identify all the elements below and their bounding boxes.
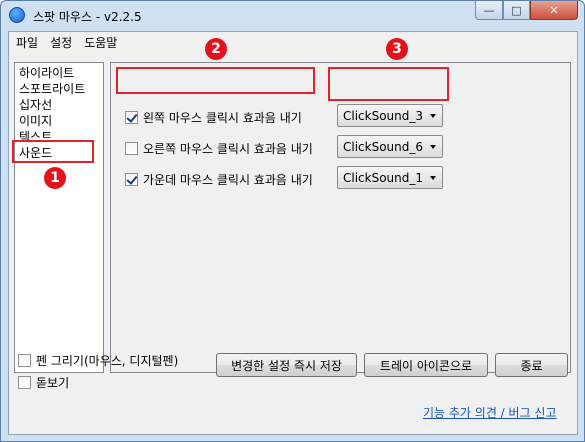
magnifier-label: 돋보기 <box>36 376 70 390</box>
chevron-down-icon <box>430 145 436 149</box>
chevron-down-icon <box>430 176 436 180</box>
left-click-sound-row[interactable]: 왼쪽 마우스 클릭시 효과음 내기 <box>125 109 302 126</box>
sidebar-item-highlight[interactable]: 하이라이트 <box>19 65 74 81</box>
menu-settings[interactable]: 설정 <box>44 34 78 51</box>
pen-draw-label: 펜 그리기(마우스, 디지털펜) <box>36 354 179 368</box>
title-bar[interactable]: 스팟 마우스 - v2.2.5 — □ ✕ <box>1 1 584 31</box>
menu-bar: 파일 설정 도움말 <box>9 32 577 52</box>
sidebar-item-crosshair[interactable]: 십자선 <box>19 97 52 113</box>
annotation-badge-3: 3 <box>386 38 408 60</box>
annotation-badge-2: 2 <box>205 38 227 60</box>
apply-settings-button[interactable]: 변경한 설정 즉시 저장 <box>216 353 357 377</box>
menu-file[interactable]: 파일 <box>9 34 44 51</box>
middle-click-sound-row[interactable]: 가운데 마우스 클릭시 효과음 내기 <box>125 171 313 188</box>
exit-button[interactable]: 종료 <box>495 353 568 377</box>
menu-help[interactable]: 도움말 <box>78 34 123 51</box>
annotation-badge-1: 1 <box>44 167 66 189</box>
middle-click-sound-checkbox[interactable] <box>125 173 138 186</box>
left-click-sound-select[interactable]: ClickSound_3 <box>337 104 443 127</box>
close-button[interactable]: ✕ <box>530 1 578 20</box>
right-click-sound-value: ClickSound_6 <box>343 139 424 154</box>
middle-click-sound-label: 가운데 마우스 클릭시 효과음 내기 <box>143 173 313 187</box>
maximize-icon: □ <box>511 3 522 17</box>
category-list[interactable]: 하이라이트 스포트라이트 십자선 이미지 텍스트 사운드 <box>14 62 104 373</box>
magnifier-option[interactable]: 돋보기 <box>18 374 69 391</box>
annotation-box-sound-select <box>328 67 449 101</box>
annotation-box-left-click <box>116 67 315 94</box>
chevron-down-icon <box>430 114 436 118</box>
minimize-icon: — <box>483 3 495 17</box>
sound-settings-panel: 왼쪽 마우스 클릭시 효과음 내기 ClickSound_3 오른쪽 마우스 클… <box>110 62 571 373</box>
left-click-sound-checkbox[interactable] <box>125 111 138 124</box>
sidebar-item-spotlight[interactable]: 스포트라이트 <box>19 81 85 97</box>
app-icon <box>9 7 25 23</box>
right-click-sound-row[interactable]: 오른쪽 마우스 클릭시 효과음 내기 <box>125 140 313 157</box>
annotation-box-sound-item <box>12 140 94 163</box>
left-click-sound-value: ClickSound_3 <box>343 108 424 123</box>
pen-draw-checkbox[interactable] <box>18 354 31 367</box>
right-click-sound-select[interactable]: ClickSound_6 <box>337 135 443 158</box>
window-title: 스팟 마우스 - v2.2.5 <box>33 10 142 24</box>
sidebar-item-image[interactable]: 이미지 <box>19 113 52 129</box>
middle-click-sound-select[interactable]: ClickSound_1 <box>337 166 443 189</box>
right-click-sound-checkbox[interactable] <box>125 142 138 155</box>
magnifier-checkbox[interactable] <box>18 376 31 389</box>
maximize-button[interactable]: □ <box>503 1 530 20</box>
minimize-button[interactable]: — <box>475 1 503 20</box>
feedback-link[interactable]: 기능 추가 의견 / 버그 신고 <box>423 404 557 421</box>
minimize-to-tray-button[interactable]: 트레이 아이콘으로 <box>364 353 488 377</box>
close-icon: ✕ <box>549 3 559 17</box>
left-click-sound-label: 왼쪽 마우스 클릭시 효과음 내기 <box>143 111 302 125</box>
pen-draw-option[interactable]: 펜 그리기(마우스, 디지털펜) <box>18 352 178 369</box>
right-click-sound-label: 오른쪽 마우스 클릭시 효과음 내기 <box>143 142 313 156</box>
middle-click-sound-value: ClickSound_1 <box>343 170 424 185</box>
